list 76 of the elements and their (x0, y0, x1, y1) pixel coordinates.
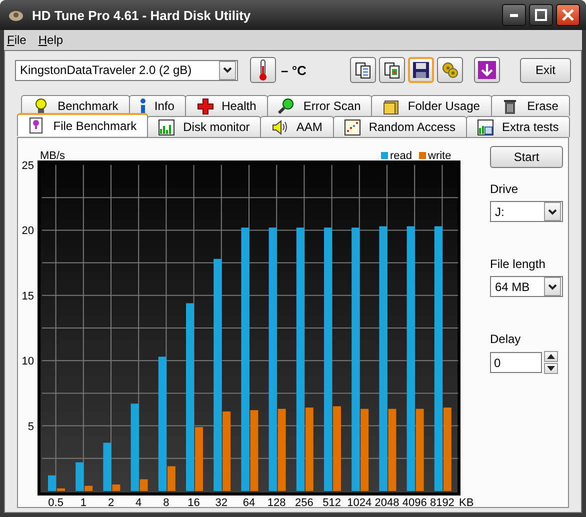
exit-button[interactable]: Exit (520, 58, 571, 82)
axis-title: MB/s (40, 150, 66, 162)
chevron-down-icon (223, 67, 232, 73)
axis-tick-label: 128 (267, 497, 286, 507)
maximize-button[interactable] (529, 4, 553, 26)
axis-tick-label: 10 (22, 356, 34, 368)
temperature-reading: – °C (281, 62, 306, 78)
axis-tick-label: 25 (22, 160, 34, 172)
download-arrow-icon (478, 61, 496, 79)
axis-tick-label: 256 (295, 497, 314, 507)
copy-icon (354, 61, 372, 79)
tab[interactable]: Folder Usage (371, 95, 492, 116)
chevron-down-icon (548, 208, 557, 214)
close-button[interactable] (556, 4, 580, 26)
drive-dropdown[interactable]: KingstonDataTraveler 2.0 (2 gB) (15, 60, 238, 80)
magnifier-icon (278, 98, 296, 114)
close-icon (562, 9, 574, 21)
field-label: Drive (490, 182, 520, 196)
axis-tick-label: 20 (22, 225, 34, 238)
axis-tick-label: 8 (163, 497, 170, 507)
axis-title: KB (459, 497, 474, 507)
plus-icon (196, 98, 214, 114)
axis-tick-label: 0.5 (48, 497, 64, 507)
tab[interactable]: Disk monitor (146, 116, 262, 137)
axis-tick-label: 8192 (430, 497, 454, 507)
axis-tick-label: 16 (188, 497, 200, 507)
copy-button[interactable] (350, 57, 376, 83)
tab[interactable]: File Benchmark (17, 113, 148, 136)
thermometer-icon (257, 59, 269, 81)
minimize-button[interactable] (502, 4, 526, 26)
legend-label: write (428, 150, 452, 162)
menu-item[interactable]: File (7, 33, 26, 47)
folder-icon (382, 98, 400, 114)
axis-tick-label: 1024 (347, 497, 372, 507)
caret-up-icon (547, 354, 555, 359)
speaker-icon (271, 118, 288, 136)
floppy-disk-button[interactable] (408, 57, 434, 83)
tab[interactable]: Extra tests (466, 116, 570, 137)
axis-tick-label: 512 (322, 497, 341, 507)
legend-label: read (390, 150, 412, 162)
axis-tick-label: 2 (108, 497, 114, 507)
axis-tick-label: 5 (28, 420, 34, 433)
tab[interactable]: Random Access (332, 116, 467, 137)
window-title: HD Tune Pro 4.61 - Hard Disk Utility (32, 8, 252, 22)
gears-button[interactable] (437, 57, 463, 83)
axis-tick-label: 1 (80, 497, 86, 507)
tab[interactable]: Erase (490, 95, 570, 116)
spin-down-button[interactable] (544, 363, 558, 374)
caret-down-icon (547, 366, 555, 371)
axis-tick-label: 64 (242, 497, 256, 507)
spin-up-button[interactable] (544, 351, 558, 362)
field-label: File length (490, 257, 546, 271)
axis-tick-label: 32 (215, 497, 228, 507)
drive-dropdown[interactable]: J: (490, 201, 563, 222)
minimize-icon (510, 14, 518, 16)
tab[interactable]: Error Scan (266, 95, 372, 116)
axis-tick-label: 4096 (402, 497, 427, 507)
info-icon (140, 98, 146, 114)
copy-icon (383, 61, 401, 79)
delay-field[interactable]: 0 (490, 352, 542, 373)
scatter-plot-icon (344, 118, 361, 136)
start-button[interactable]: Start (490, 146, 563, 168)
copy-button[interactable] (379, 57, 405, 83)
download-arrow-button[interactable] (474, 57, 500, 83)
tab[interactable]: Health (185, 95, 268, 116)
field-label: Delay (490, 332, 522, 346)
file-length-dropdown[interactable]: 64 MB (490, 276, 563, 297)
thermometer-button[interactable] (250, 57, 276, 83)
menu-item[interactable]: Help (38, 33, 64, 47)
axis-tick-label: 4 (136, 497, 142, 507)
maximize-icon (535, 9, 547, 21)
axis-tick-label: 2048 (374, 497, 400, 507)
axis-tick-label: 15 (22, 290, 34, 302)
tab[interactable]: AAM (260, 116, 334, 137)
tab[interactable]: Info (128, 95, 186, 116)
chevron-down-icon (548, 284, 557, 290)
